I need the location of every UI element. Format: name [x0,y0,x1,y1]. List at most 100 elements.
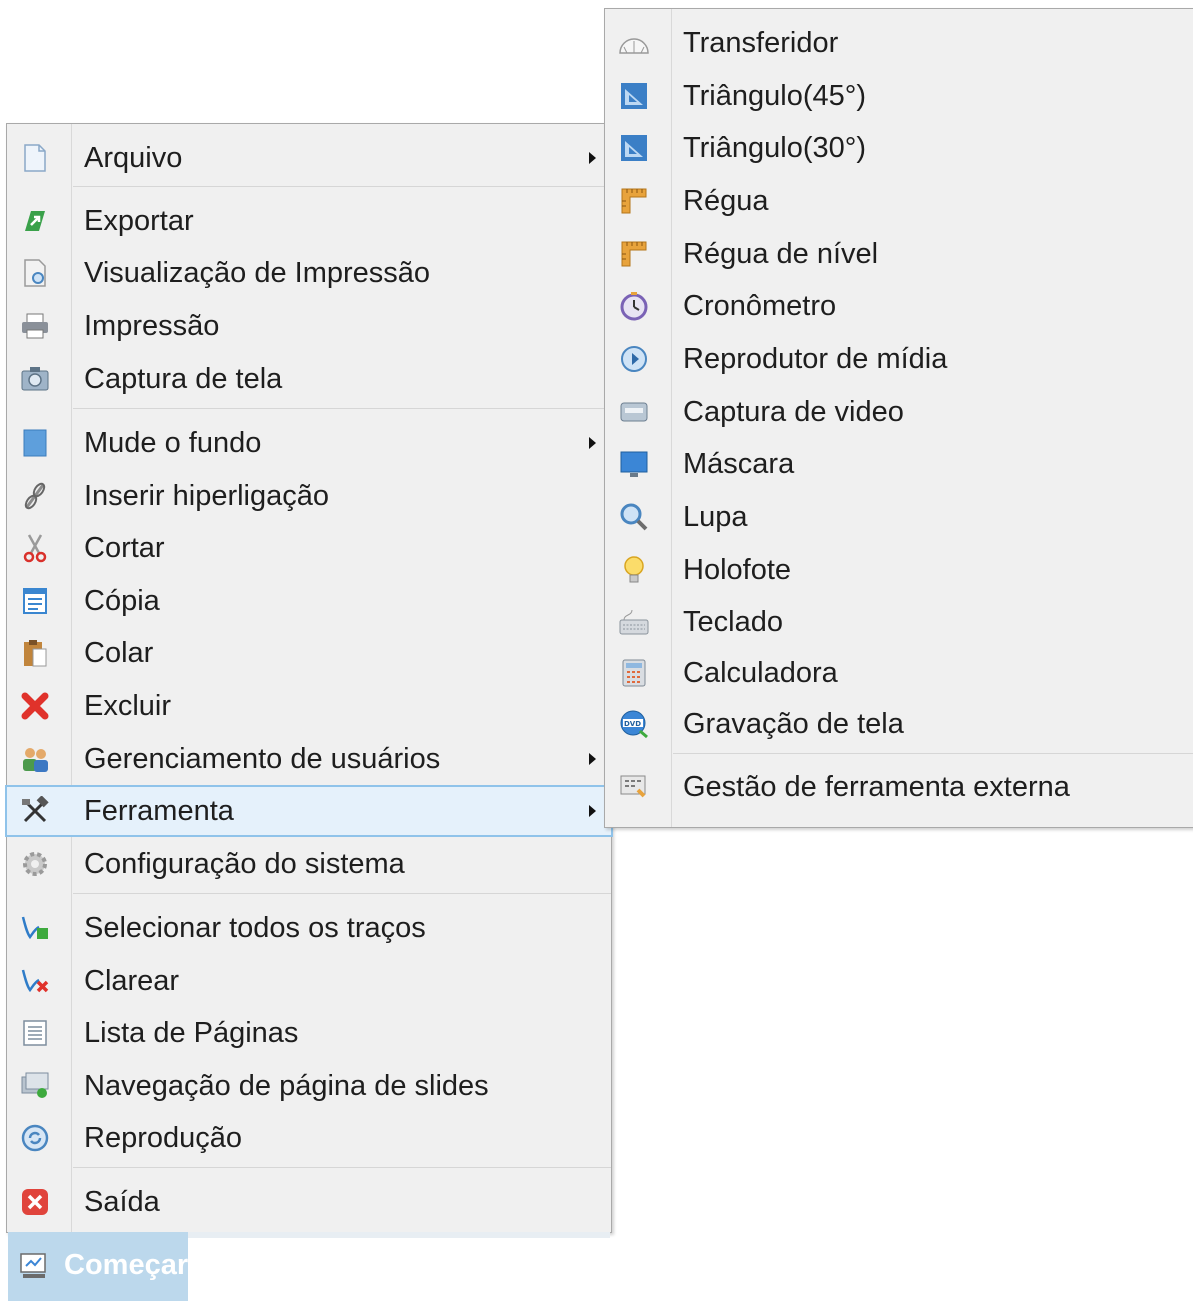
menu-item-label: Captura de tela [84,362,283,395]
menu-item-visualizacao-impressao[interactable]: Visualização de Impressão [7,249,611,297]
tool-item-mascara[interactable]: Máscara [605,440,1193,488]
export-icon [19,205,51,237]
menu-item-label: Selecionar todos os traços [84,911,426,944]
menu-item-label: Saída [84,1185,160,1218]
menu-item-colar[interactable]: Colar [7,629,611,677]
screenshot-icon [19,363,51,395]
keyboard-icon [618,606,650,638]
protractor-icon [618,27,650,59]
slide-navigation-icon [19,1070,51,1102]
menu-item-copia[interactable]: Cópia [7,577,611,625]
tool-item-captura-video[interactable]: Captura de video [605,388,1193,436]
menu-item-impressao[interactable]: Impressão [7,302,611,350]
tool-submenu: Transferidor Triângulo(45°) Triângulo(30… [604,8,1193,828]
media-player-icon [618,343,650,375]
tool-item-regua-nivel[interactable]: Régua de nível [605,230,1193,278]
select-strokes-icon [19,912,51,944]
tool-item-gravacao-tela[interactable]: DVD Gravação de tela [605,700,1193,748]
tool-item-label: Holofote [683,553,792,586]
print-preview-icon [19,257,51,289]
svg-text:DVD: DVD [624,720,641,728]
submenu-arrow-icon [589,437,596,449]
spotlight-icon [618,554,650,586]
menu-item-arquivo[interactable]: Arquivo [7,134,611,182]
menu-item-navegacao-slides[interactable]: Navegação de página de slides [7,1062,611,1110]
tool-item-label: Triângulo(30°) [683,131,866,164]
tool-item-gestao-ferramenta-externa[interactable]: Gestão de ferramenta externa [605,763,1193,811]
mask-icon [618,448,650,480]
menu-separator [73,408,611,409]
menu-item-reproducao[interactable]: Reprodução [7,1114,611,1162]
tool-item-transferidor[interactable]: Transferidor [605,19,1193,67]
copy-icon [19,585,51,617]
menu-item-excluir[interactable]: Excluir [7,682,611,730]
tool-item-label: Triângulo(45°) [683,79,866,112]
screen-recording-icon: DVD [618,708,650,740]
tool-item-label: Régua de nível [683,237,879,270]
video-capture-icon [618,396,650,428]
menu-item-gerenciamento-usuarios[interactable]: Gerenciamento de usuários [7,735,611,783]
menu-item-inserir-hiperligacao[interactable]: Inserir hiperligação [7,472,611,520]
menu-item-label: Mude o fundo [84,426,262,459]
menu-item-exportar[interactable]: Exportar [7,197,611,245]
tool-item-triangulo-30[interactable]: Triângulo(30°) [605,124,1193,172]
menu-item-selecionar-tracos[interactable]: Selecionar todos os traços [7,904,611,952]
tool-item-calculadora[interactable]: Calculadora [605,649,1193,697]
level-ruler-icon [618,238,650,270]
tool-item-triangulo-45[interactable]: Triângulo(45°) [605,72,1193,120]
tool-item-cronometro[interactable]: Cronômetro [605,282,1193,330]
menu-item-label: Colar [84,636,154,669]
tool-item-label: Régua [683,184,769,217]
tool-item-label: Cronômetro [683,289,837,322]
menu-item-lista-paginas[interactable]: Lista de Páginas [7,1009,611,1057]
menu-item-label: Ferramenta [84,794,234,827]
submenu-arrow-icon [589,753,596,765]
menu-item-label: Cortar [84,531,165,564]
tool-item-holofote[interactable]: Holofote [605,546,1193,594]
tool-item-label: Teclado [683,605,783,638]
tool-item-label: Lupa [683,500,748,533]
delete-icon [19,690,51,722]
tool-item-label: Captura de video [683,395,904,428]
menu-item-label: Excluir [84,689,172,722]
paste-icon [19,637,51,669]
printer-icon [19,310,51,342]
tool-item-label: Máscara [683,447,795,480]
scissors-icon [19,532,51,564]
users-icon [19,743,51,775]
menu-item-label: Clarear [84,964,180,997]
tool-item-label: Reprodutor de mídia [683,342,948,375]
tool-item-regua[interactable]: Régua [605,177,1193,225]
menu-item-label: Inserir hiperligação [84,479,330,512]
magnifier-icon [618,501,650,533]
menu-separator [73,1167,611,1168]
tool-item-teclado[interactable]: Teclado [605,598,1193,646]
menu-item-mude-fundo[interactable]: Mude o fundo [7,419,611,467]
menu-item-captura-tela[interactable]: Captura de tela [7,355,611,403]
start-icon [18,1250,50,1282]
menu-item-configuracao-sistema[interactable]: Configuração do sistema [7,840,611,888]
start-button[interactable]: Começar [8,1232,188,1301]
triangle-30-icon [618,132,650,164]
menu-item-label: Cópia [84,584,160,617]
start-button-label: Começar [64,1249,189,1281]
menu-separator [673,753,1193,754]
menu-item-label: Navegação de página de slides [84,1069,489,1102]
submenu-arrow-icon [589,805,596,817]
menu-item-ferramenta[interactable]: Ferramenta [5,785,613,837]
tool-item-reprodutor-midia[interactable]: Reprodutor de mídia [605,335,1193,383]
menu-item-clarear[interactable]: Clarear [7,957,611,1005]
menu-item-cortar[interactable]: Cortar [7,524,611,572]
menu-separator [73,893,611,894]
tool-item-label: Calculadora [683,656,838,689]
menu-item-label: Gerenciamento de usuários [84,742,441,775]
menu-item-label: Configuração do sistema [84,847,405,880]
submenu-arrow-icon [589,152,596,164]
menu-item-saida[interactable]: Saída [7,1178,611,1226]
tool-item-lupa[interactable]: Lupa [605,493,1193,541]
page-list-icon [19,1017,51,1049]
exit-icon [19,1186,51,1218]
menu-item-label: Lista de Páginas [84,1016,299,1049]
menu-item-label: Arquivo [84,141,183,174]
main-menu: Arquivo Exportar Visualização de Impress… [5,123,613,1233]
